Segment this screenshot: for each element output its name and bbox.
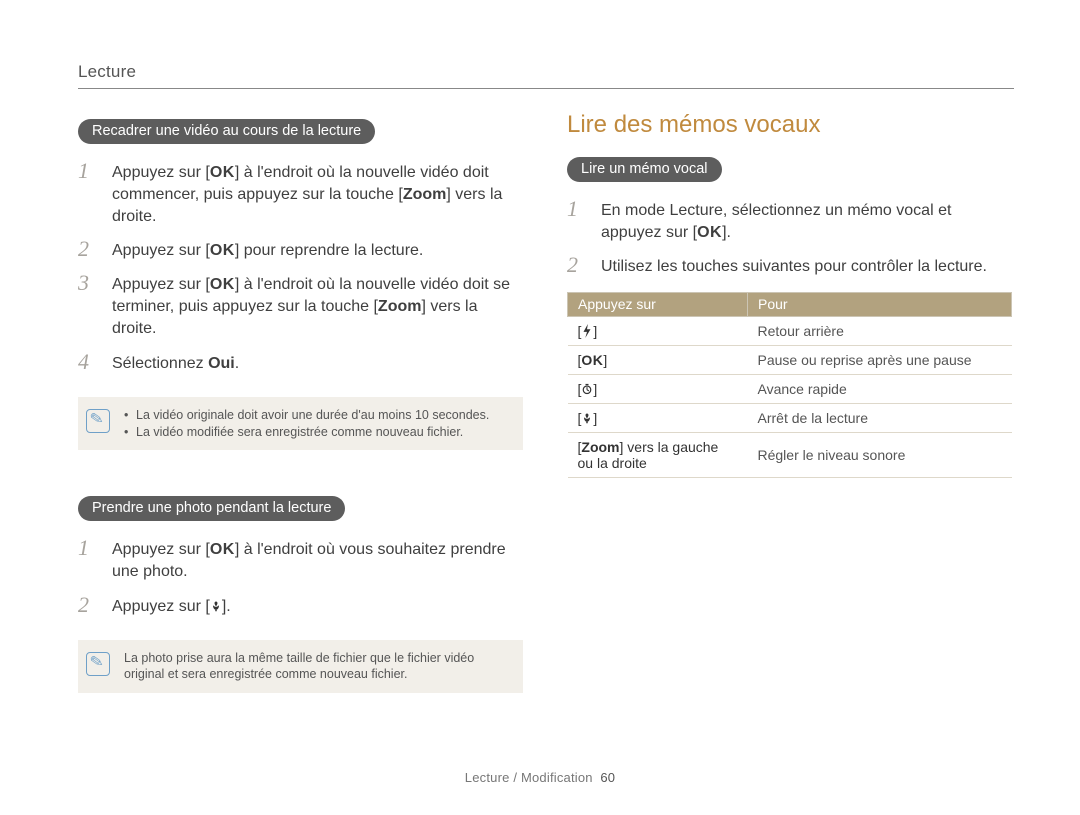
note-icon	[86, 652, 110, 676]
macro-icon	[210, 599, 222, 613]
key-cell: []	[568, 404, 748, 433]
step-2: Appuyez sur [OK] pour reprendre la lectu…	[78, 234, 523, 268]
bracket-close: ]	[593, 410, 597, 426]
step-2: Utilisez les touches suivantes pour cont…	[567, 250, 1012, 284]
steps-photo: Appuyez sur [OK] à l'endroit où vous sou…	[78, 533, 523, 623]
bolt-icon	[581, 324, 593, 338]
step-text: Appuyez sur [	[112, 276, 210, 293]
table-row: [Zoom] vers la gauche ou la droite Régle…	[568, 433, 1012, 478]
step-1: Appuyez sur [OK] à l'endroit où la nouve…	[78, 156, 523, 234]
page-number: 60	[600, 770, 615, 785]
step-text: Utilisez les touches suivantes pour cont…	[601, 258, 987, 275]
step-text: .	[235, 355, 239, 372]
step-text: Appuyez sur [	[112, 598, 210, 615]
zoom-key: Zoom	[378, 298, 422, 315]
step-1: Appuyez sur [OK] à l'endroit où vous sou…	[78, 533, 523, 589]
key-cell: []	[568, 375, 748, 404]
page-footer: Lecture / Modification 60	[0, 770, 1080, 785]
desc-cell: Arrêt de la lecture	[748, 404, 1012, 433]
desc-cell: Pause ou reprise après une pause	[748, 346, 1012, 375]
header-divider	[78, 88, 1014, 89]
zoom-key: Zoom	[581, 439, 619, 455]
ok-icon: OK	[581, 352, 603, 368]
step-3: Appuyez sur [OK] à l'endroit où la nouve…	[78, 268, 523, 346]
note-text: La photo prise aura la même taille de fi…	[124, 650, 511, 684]
bracket-close: ]	[593, 381, 597, 397]
pill-prendre-photo: Prendre une photo pendant la lecture	[78, 496, 345, 521]
footer-breadcrumb: Lecture / Modification	[465, 770, 593, 785]
desc-cell: Retour arrière	[748, 317, 1012, 346]
step-text: Appuyez sur [	[112, 164, 210, 181]
table-header: Appuyez sur	[568, 293, 748, 317]
table-header: Pour	[748, 293, 1012, 317]
zoom-key: Zoom	[403, 186, 447, 203]
note-item: La vidéo modifiée sera enregistrée comme…	[124, 424, 489, 441]
table-row: [] Retour arrière	[568, 317, 1012, 346]
steps-memo: En mode Lecture, sélectionnez un mémo vo…	[567, 194, 1012, 284]
page-section-header: Lecture	[78, 62, 1014, 82]
column-left: Recadrer une vidéo au cours de la lectur…	[78, 107, 523, 693]
note-box: La photo prise aura la même taille de fi…	[78, 640, 523, 694]
step-2: Appuyez sur [].	[78, 590, 523, 624]
key-cell: [Zoom] vers la gauche ou la droite	[568, 433, 748, 478]
ok-icon: OK	[210, 240, 235, 262]
ok-icon: OK	[210, 539, 235, 561]
section-title: Lire des mémos vocaux	[567, 111, 1012, 139]
table-row: [] Arrêt de la lecture	[568, 404, 1012, 433]
step-text: Appuyez sur [	[112, 541, 210, 558]
pill-lire-memo: Lire un mémo vocal	[567, 157, 722, 182]
step-text: Appuyez sur [	[112, 242, 210, 259]
desc-cell: Régler le niveau sonore	[748, 433, 1012, 478]
step-text: Sélectionnez	[112, 355, 208, 372]
step-4: Sélectionnez Oui.	[78, 347, 523, 381]
column-right: Lire des mémos vocaux Lire un mémo vocal…	[567, 107, 1012, 693]
note-box: La vidéo originale doit avoir une durée …	[78, 397, 523, 451]
step-text: En mode Lecture, sélectionnez un mémo vo…	[601, 202, 951, 241]
step-text: ].	[222, 598, 231, 615]
step-text: ].	[722, 224, 731, 241]
ok-icon: OK	[210, 162, 235, 184]
step-text-bold: Oui	[208, 355, 235, 372]
ok-icon: OK	[697, 222, 722, 244]
key-cell: []	[568, 317, 748, 346]
table-row: [] Avance rapide	[568, 375, 1012, 404]
bracket-close: ]	[593, 323, 597, 339]
table-row: [OK] Pause ou reprise après une pause	[568, 346, 1012, 375]
step-1: En mode Lecture, sélectionnez un mémo vo…	[567, 194, 1012, 250]
desc-cell: Avance rapide	[748, 375, 1012, 404]
step-text: ] pour reprendre la lecture.	[235, 242, 424, 259]
pill-recadrer-video: Recadrer une vidéo au cours de la lectur…	[78, 119, 375, 144]
bracket-close: ]	[603, 352, 607, 368]
timer-icon	[581, 382, 593, 396]
ok-icon: OK	[210, 274, 235, 296]
note-icon	[86, 409, 110, 433]
controls-table: Appuyez sur Pour [] Retour arrière [OK]	[567, 292, 1012, 478]
note-list: La vidéo originale doit avoir une durée …	[124, 407, 489, 441]
note-item: La vidéo originale doit avoir une durée …	[124, 407, 489, 424]
steps-recadrer: Appuyez sur [OK] à l'endroit où la nouve…	[78, 156, 523, 381]
macro-icon	[581, 411, 593, 425]
key-cell: [OK]	[568, 346, 748, 375]
